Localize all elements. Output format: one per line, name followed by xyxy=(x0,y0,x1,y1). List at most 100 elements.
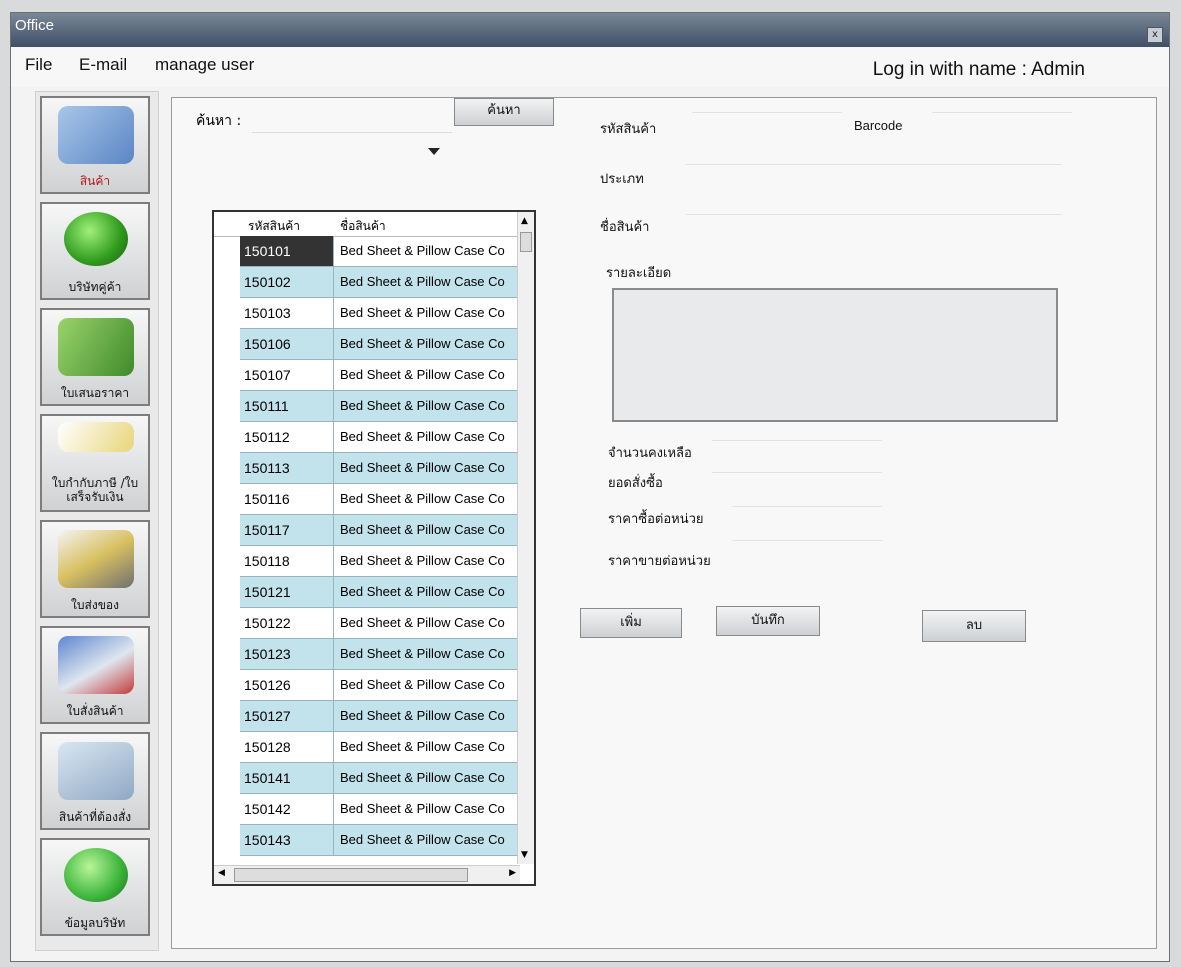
cell-product-name[interactable]: Bed Sheet & Pillow Case Co xyxy=(340,577,520,607)
table-row[interactable]: 150118 Bed Sheet & Pillow Case Co xyxy=(240,546,520,577)
cell-product-code[interactable]: 150142 xyxy=(240,794,334,824)
cell-product-code[interactable]: 150127 xyxy=(240,701,334,731)
table-row[interactable]: 150107 Bed Sheet & Pillow Case Co xyxy=(240,360,520,391)
horizontal-scrollbar[interactable]: ◀ ▶ xyxy=(214,865,520,884)
table-row[interactable]: 150103 Bed Sheet & Pillow Case Co xyxy=(240,298,520,329)
delete-button[interactable]: ลบ xyxy=(922,610,1026,642)
cell-product-code[interactable]: 150113 xyxy=(240,453,334,483)
product-name-field[interactable] xyxy=(686,214,1062,215)
table-row[interactable]: 150106 Bed Sheet & Pillow Case Co xyxy=(240,329,520,360)
sidebar-item-products[interactable]: สินค้า xyxy=(40,96,150,194)
cell-product-name[interactable]: Bed Sheet & Pillow Case Co xyxy=(340,484,520,514)
table-row[interactable]: 150128 Bed Sheet & Pillow Case Co xyxy=(240,732,520,763)
chevron-down-icon[interactable] xyxy=(428,148,440,155)
table-row[interactable]: 150111 Bed Sheet & Pillow Case Co xyxy=(240,391,520,422)
cell-product-code[interactable]: 150112 xyxy=(240,422,334,452)
cell-product-code[interactable]: 150143 xyxy=(240,825,334,855)
cell-product-code[interactable]: 150107 xyxy=(240,360,334,390)
scroll-right-icon[interactable]: ▶ xyxy=(509,868,516,878)
menu-file[interactable]: File xyxy=(25,55,52,75)
cell-product-name[interactable]: Bed Sheet & Pillow Case Co xyxy=(340,329,520,359)
table-row[interactable]: 150101 Bed Sheet & Pillow Case Co xyxy=(240,236,520,267)
menu-email[interactable]: E-mail xyxy=(79,55,127,75)
barcode-field[interactable] xyxy=(932,112,1072,113)
cell-product-code[interactable]: 150106 xyxy=(240,329,334,359)
column-header-code[interactable]: รหัสสินค้า xyxy=(248,217,300,236)
table-row[interactable]: 150142 Bed Sheet & Pillow Case Co xyxy=(240,794,520,825)
main-panel: ค้นหา : ค้นหา รหัสสินค้า ชื่อสินค้า 1501… xyxy=(171,97,1157,949)
type-field[interactable] xyxy=(686,164,1062,165)
detail-textarea[interactable] xyxy=(612,288,1058,422)
column-header-name[interactable]: ชื่อสินค้า xyxy=(340,217,386,236)
sidebar-item-partner-company[interactable]: บริษัทคู่ค้า xyxy=(40,202,150,300)
product-table[interactable]: รหัสสินค้า ชื่อสินค้า 150101 Bed Sheet & … xyxy=(212,210,536,886)
cell-product-name[interactable]: Bed Sheet & Pillow Case Co xyxy=(340,732,520,762)
table-row[interactable]: 150102 Bed Sheet & Pillow Case Co xyxy=(240,267,520,298)
buy-price-field[interactable] xyxy=(732,506,882,507)
order-total-field[interactable] xyxy=(712,472,882,473)
cell-product-code[interactable]: 150123 xyxy=(240,639,334,669)
table-row[interactable]: 150143 Bed Sheet & Pillow Case Co xyxy=(240,825,520,856)
cell-product-name[interactable]: Bed Sheet & Pillow Case Co xyxy=(340,670,520,700)
add-button[interactable]: เพิ่ม xyxy=(580,608,682,638)
sidebar-item-quotation[interactable]: ใบเสนอราคา xyxy=(40,308,150,406)
save-button[interactable]: บันทึก xyxy=(716,606,820,636)
sidebar-item-company-info[interactable]: ข้อมูลบริษัท xyxy=(40,838,150,936)
sidebar-item-items-to-order[interactable]: สินค้าที่ต้องสั่ง xyxy=(40,732,150,830)
cell-product-name[interactable]: Bed Sheet & Pillow Case Co xyxy=(340,639,520,669)
cell-product-name[interactable]: Bed Sheet & Pillow Case Co xyxy=(340,267,520,297)
table-row[interactable]: 150123 Bed Sheet & Pillow Case Co xyxy=(240,639,520,670)
cell-product-name[interactable]: Bed Sheet & Pillow Case Co xyxy=(340,515,520,545)
cell-product-name[interactable]: Bed Sheet & Pillow Case Co xyxy=(340,763,520,793)
close-icon[interactable]: x xyxy=(1147,27,1163,43)
table-row[interactable]: 150121 Bed Sheet & Pillow Case Co xyxy=(240,577,520,608)
table-row[interactable]: 150127 Bed Sheet & Pillow Case Co xyxy=(240,701,520,732)
scroll-thumb[interactable] xyxy=(520,232,532,252)
table-row[interactable]: 150141 Bed Sheet & Pillow Case Co xyxy=(240,763,520,794)
cell-product-code[interactable]: 150121 xyxy=(240,577,334,607)
scroll-left-icon[interactable]: ◀ xyxy=(218,868,225,878)
cell-product-name[interactable]: Bed Sheet & Pillow Case Co xyxy=(340,391,520,421)
cell-product-name[interactable]: Bed Sheet & Pillow Case Co xyxy=(340,360,520,390)
cell-product-name[interactable]: Bed Sheet & Pillow Case Co xyxy=(340,236,520,266)
product-code-field[interactable] xyxy=(692,112,842,113)
cell-product-name[interactable]: Bed Sheet & Pillow Case Co xyxy=(340,298,520,328)
cell-product-code[interactable]: 150103 xyxy=(240,298,334,328)
cell-product-code[interactable]: 150141 xyxy=(240,763,334,793)
vertical-scrollbar[interactable]: ▲ ▼ xyxy=(517,212,534,864)
table-row[interactable]: 150117 Bed Sheet & Pillow Case Co xyxy=(240,515,520,546)
cell-product-name[interactable]: Bed Sheet & Pillow Case Co xyxy=(340,825,520,855)
scroll-up-icon[interactable]: ▲ xyxy=(521,216,528,226)
sidebar-item-purchase-order[interactable]: ใบสั่งสินค้า xyxy=(40,626,150,724)
cell-product-code[interactable]: 150111 xyxy=(240,391,334,421)
cell-product-code[interactable]: 150118 xyxy=(240,546,334,576)
cell-product-name[interactable]: Bed Sheet & Pillow Case Co xyxy=(340,453,520,483)
table-row[interactable]: 150116 Bed Sheet & Pillow Case Co xyxy=(240,484,520,515)
cell-product-name[interactable]: Bed Sheet & Pillow Case Co xyxy=(340,701,520,731)
cell-product-code[interactable]: 150101 xyxy=(240,236,334,266)
detail-label: รายละเอียด xyxy=(606,266,672,281)
scroll-down-icon[interactable]: ▼ xyxy=(521,850,528,860)
stock-field[interactable] xyxy=(712,440,882,441)
table-row[interactable]: 150112 Bed Sheet & Pillow Case Co xyxy=(240,422,520,453)
sidebar-item-tax-invoice[interactable]: ใบกำกับภาษี /ใบเสร็จรับเงิน xyxy=(40,414,150,512)
sell-price-field[interactable] xyxy=(732,540,882,541)
cell-product-code[interactable]: 150122 xyxy=(240,608,334,638)
cell-product-code[interactable]: 150128 xyxy=(240,732,334,762)
cell-product-code[interactable]: 150102 xyxy=(240,267,334,297)
table-row[interactable]: 150113 Bed Sheet & Pillow Case Co xyxy=(240,453,520,484)
cell-product-name[interactable]: Bed Sheet & Pillow Case Co xyxy=(340,794,520,824)
cell-product-name[interactable]: Bed Sheet & Pillow Case Co xyxy=(340,608,520,638)
search-input[interactable] xyxy=(252,108,452,133)
search-button[interactable]: ค้นหา xyxy=(454,98,554,126)
menu-manage-user[interactable]: manage user xyxy=(155,55,254,75)
cell-product-code[interactable]: 150116 xyxy=(240,484,334,514)
cell-product-name[interactable]: Bed Sheet & Pillow Case Co xyxy=(340,422,520,452)
cell-product-code[interactable]: 150126 xyxy=(240,670,334,700)
cell-product-name[interactable]: Bed Sheet & Pillow Case Co xyxy=(340,546,520,576)
sidebar-item-delivery-note[interactable]: ใบส่งของ xyxy=(40,520,150,618)
scroll-thumb[interactable] xyxy=(234,868,468,882)
table-row[interactable]: 150126 Bed Sheet & Pillow Case Co xyxy=(240,670,520,701)
cell-product-code[interactable]: 150117 xyxy=(240,515,334,545)
table-row[interactable]: 150122 Bed Sheet & Pillow Case Co xyxy=(240,608,520,639)
